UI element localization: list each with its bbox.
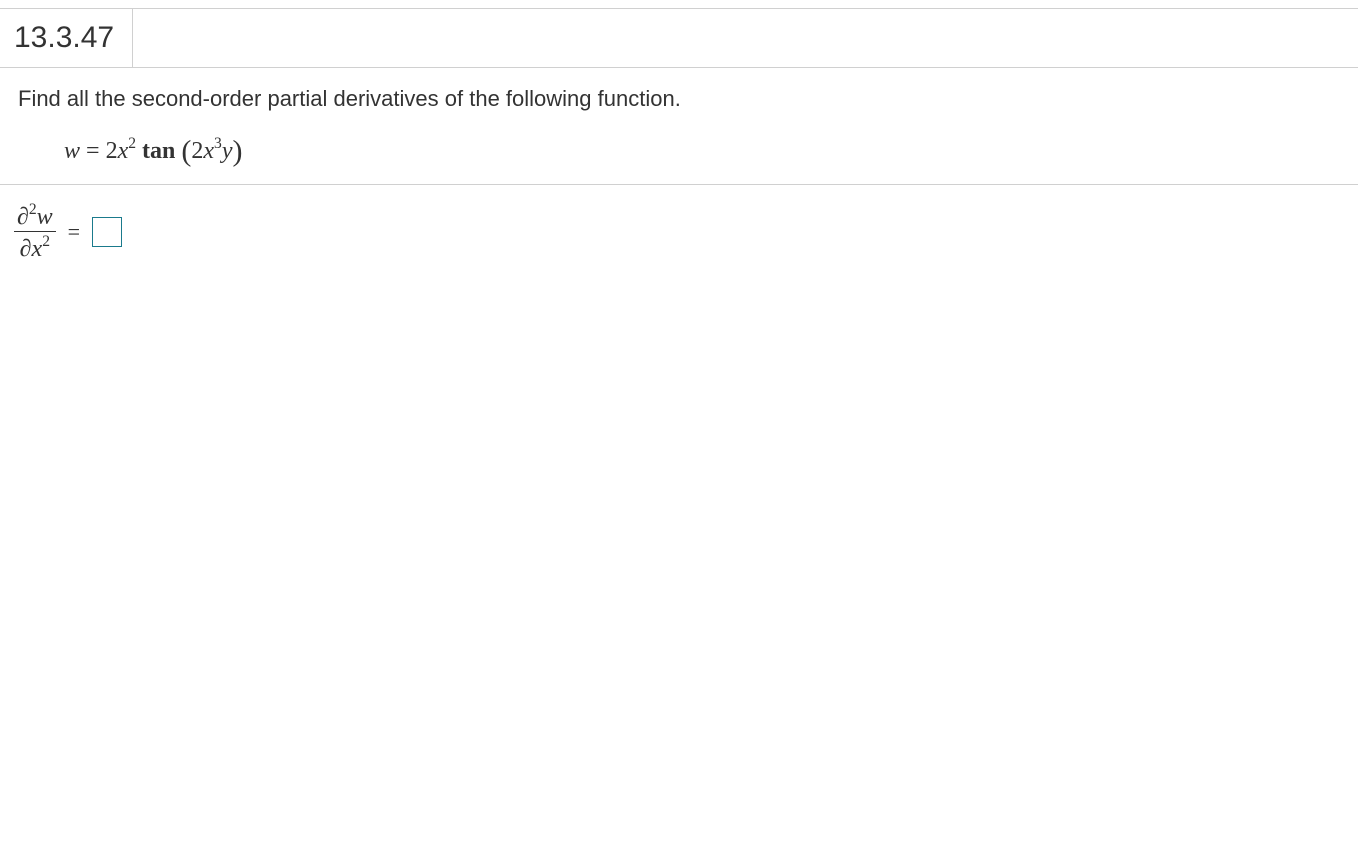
eq-fn: tan bbox=[142, 138, 175, 164]
prompt-text: Find all the second-order partial deriva… bbox=[18, 86, 1340, 112]
partial-exp-bot: 2 bbox=[42, 233, 50, 250]
eq-inner-exp1: 3 bbox=[214, 135, 222, 152]
eq-lhs: w bbox=[64, 138, 80, 164]
partial-var-x: x bbox=[32, 236, 43, 262]
header-row: 13.3.47 bbox=[0, 9, 1358, 68]
problem-content: Find all the second-order partial deriva… bbox=[0, 68, 1358, 184]
answer-input-box[interactable] bbox=[92, 217, 122, 247]
eq-var1: x bbox=[118, 138, 129, 164]
eq-coef: 2 bbox=[106, 138, 118, 164]
function-equation: w = 2x2 tan (2x3y) bbox=[18, 134, 1340, 184]
eq-inner-var1: x bbox=[203, 138, 214, 164]
partial-var-w: w bbox=[37, 204, 53, 230]
partial-symbol-top: ∂ bbox=[17, 204, 29, 230]
answer-equals: = bbox=[66, 219, 82, 245]
problem-number: 13.3.47 bbox=[0, 9, 133, 67]
eq-inner-var2: y bbox=[222, 138, 233, 164]
eq-equals: = bbox=[86, 138, 100, 164]
partial-exp-top: 2 bbox=[29, 201, 37, 218]
answer-row: ∂2w ∂x2 = bbox=[0, 185, 1358, 261]
partial-symbol-bot: ∂ bbox=[20, 236, 32, 262]
eq-exp1: 2 bbox=[128, 135, 136, 152]
eq-inner-coef: 2 bbox=[191, 138, 203, 164]
second-partial-fraction: ∂2w ∂x2 bbox=[14, 203, 56, 261]
